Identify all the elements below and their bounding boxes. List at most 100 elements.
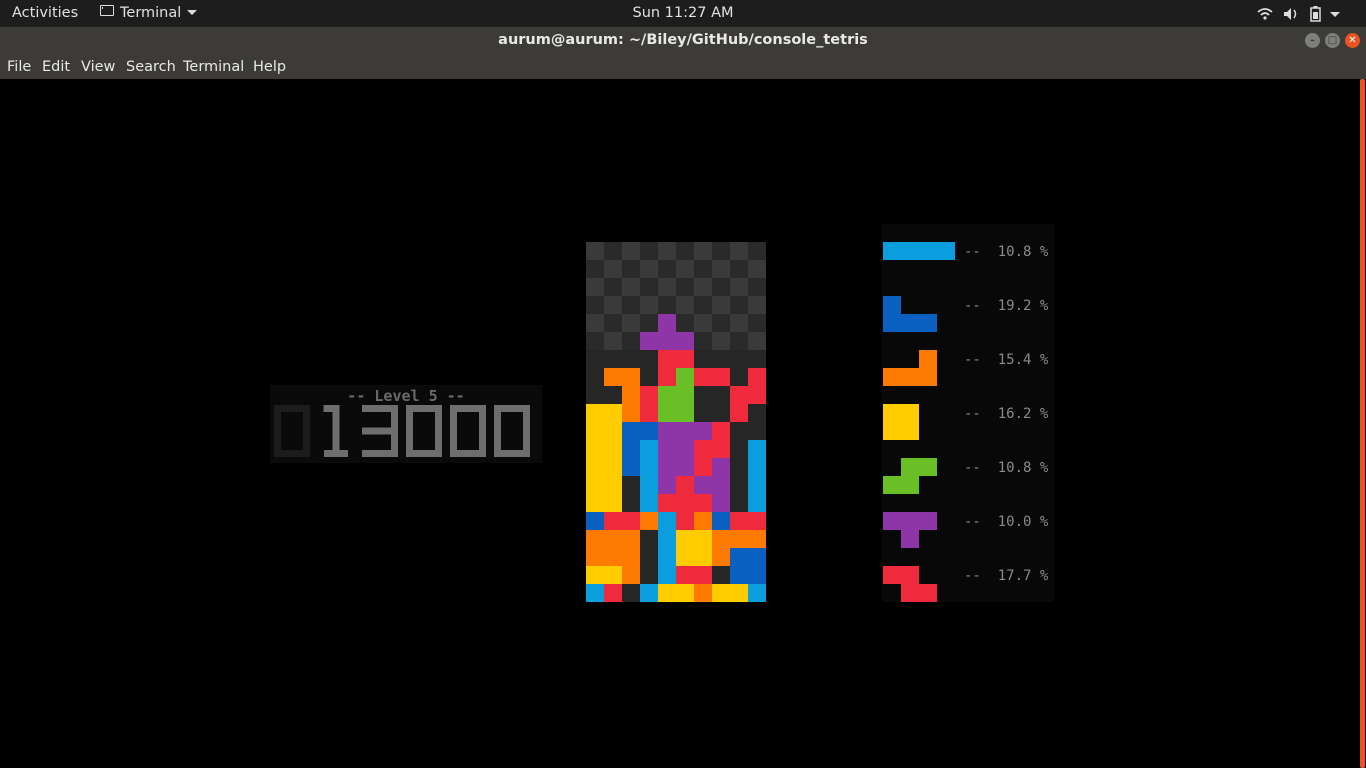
menu-file[interactable]: File — [7, 59, 31, 75]
menu-terminal[interactable]: Terminal — [183, 59, 244, 75]
board-block-L — [604, 530, 622, 548]
board-block-Z — [748, 368, 766, 386]
board-block-I — [748, 476, 766, 494]
score-digit-segment — [391, 431, 398, 457]
piece-stat-label: -- 10.8 % — [964, 244, 1049, 260]
piece-block-O — [883, 422, 901, 440]
board-empty-cell — [748, 260, 766, 278]
menu-edit[interactable]: Edit — [42, 59, 70, 75]
wifi-dot — [1263, 16, 1267, 20]
board-empty-cell — [676, 314, 694, 332]
menu-view[interactable]: View — [81, 59, 115, 75]
score-digit-segment — [332, 405, 340, 457]
score-panel: -- Level 5 -- — [270, 385, 542, 463]
board-block-Z — [694, 566, 712, 584]
board-block-L — [586, 530, 604, 548]
piece-icon-O — [883, 404, 919, 440]
board-empty-cell — [640, 314, 658, 332]
board-block-I — [640, 584, 658, 602]
close-button[interactable]: ✕ — [1345, 33, 1360, 48]
board-block-O — [676, 584, 694, 602]
board-empty-cell — [730, 458, 748, 476]
minimize-button[interactable]: – — [1305, 33, 1320, 48]
board-empty-cell — [586, 314, 604, 332]
scrollbar-thumb[interactable] — [1360, 79, 1365, 768]
piece-stat-label: -- 19.2 % — [964, 298, 1049, 314]
board-block-I — [748, 440, 766, 458]
board-block-I — [658, 512, 676, 530]
board-empty-cell — [730, 332, 748, 350]
board-block-Z — [730, 386, 748, 404]
board-empty-cell — [640, 242, 658, 260]
board-block-L — [622, 386, 640, 404]
board-block-J — [730, 566, 748, 584]
board-empty-cell — [712, 566, 730, 584]
board-empty-cell — [676, 260, 694, 278]
piece-icon-L — [883, 350, 937, 386]
scrollbar[interactable] — [1360, 79, 1365, 768]
board-block-Z — [748, 512, 766, 530]
board-empty-cell — [586, 368, 604, 386]
board-empty-cell — [730, 368, 748, 386]
board-block-I — [658, 530, 676, 548]
board-block-I — [640, 494, 658, 512]
board-block-Z — [658, 368, 676, 386]
board-block-T — [712, 458, 730, 476]
board-block-O — [604, 476, 622, 494]
board-empty-cell — [712, 404, 730, 422]
board-empty-cell — [586, 332, 604, 350]
board-empty-cell — [730, 494, 748, 512]
board-block-Z — [694, 494, 712, 512]
board-empty-cell — [730, 350, 748, 368]
board-block-L — [622, 404, 640, 422]
maximize-button[interactable]: □ — [1325, 33, 1340, 48]
board-empty-cell — [586, 350, 604, 368]
piece-stats-panel: -- 10.8 % -- 19.2 % -- 15.4 % -- 16.2 % -- 1… — [882, 224, 1054, 602]
board-block-Z — [730, 512, 748, 530]
board-empty-cell — [604, 350, 622, 368]
piece-block-O — [901, 422, 919, 440]
piece-block-L — [901, 368, 919, 386]
menu-search[interactable]: Search — [126, 59, 176, 75]
board-empty-cell — [676, 296, 694, 314]
board-empty-cell — [694, 386, 712, 404]
board-block-Z — [622, 512, 640, 530]
piece-block-S — [883, 476, 901, 494]
system-tray[interactable] — [1256, 4, 1352, 28]
board-empty-cell — [640, 566, 658, 584]
board-empty-cell — [712, 296, 730, 314]
piece-block-O — [883, 404, 901, 422]
board-block-Z — [658, 350, 676, 368]
score-digit-segment — [523, 431, 530, 457]
board-block-Z — [676, 512, 694, 530]
board-block-T — [676, 458, 694, 476]
menu-help[interactable]: Help — [253, 59, 286, 75]
board-empty-cell — [676, 278, 694, 296]
board-block-Z — [712, 440, 730, 458]
clock[interactable]: Sun 11:27 AM — [0, 5, 1366, 21]
score-digit-segment — [494, 431, 501, 457]
board-block-J — [640, 422, 658, 440]
battery-icon — [1310, 6, 1321, 22]
board-empty-cell — [730, 314, 748, 332]
piece-block-Z — [901, 566, 919, 584]
board-block-O — [586, 404, 604, 422]
board-empty-cell — [604, 296, 622, 314]
window-title-bar[interactable]: aurum@aurum: ~/Biley/GitHub/console_tetr… — [0, 27, 1366, 55]
board-block-L — [748, 530, 766, 548]
board-empty-cell — [658, 242, 676, 260]
board-empty-cell — [712, 386, 730, 404]
piece-block-I — [937, 242, 955, 260]
board-block-I — [640, 476, 658, 494]
board-empty-cell — [730, 278, 748, 296]
board-empty-cell — [622, 260, 640, 278]
board-block-O — [676, 530, 694, 548]
board-empty-cell — [622, 314, 640, 332]
board-block-O — [586, 440, 604, 458]
board-block-I — [748, 494, 766, 512]
board-block-I — [748, 584, 766, 602]
board-empty-cell — [658, 260, 676, 278]
board-empty-cell — [622, 278, 640, 296]
board-empty-cell — [622, 350, 640, 368]
board-block-S — [676, 386, 694, 404]
